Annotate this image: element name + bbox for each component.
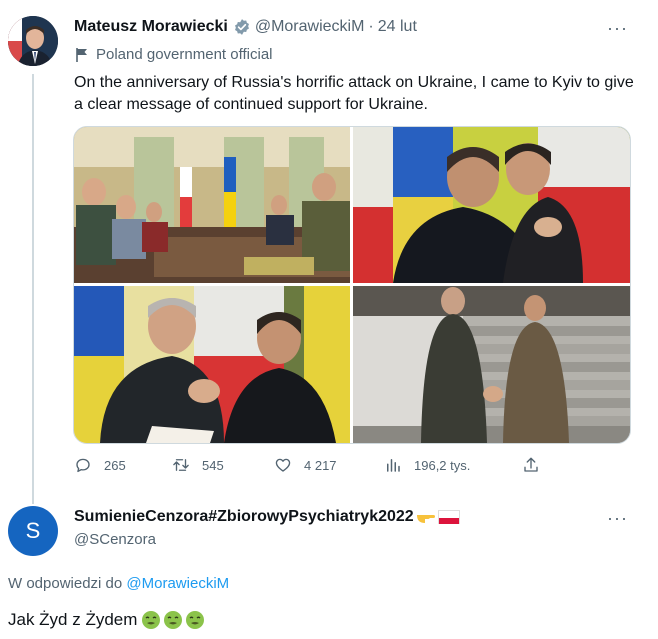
reply-count: 265	[104, 457, 126, 473]
replying-to-handle-link[interactable]: @MorawieckiM	[126, 575, 229, 592]
retweet-count: 545	[202, 457, 224, 473]
avatar[interactable]	[8, 16, 58, 66]
photo-handshake[interactable]	[74, 286, 350, 443]
views-count: 196,2 tys.	[414, 457, 471, 473]
government-flag-icon	[76, 47, 88, 62]
views-button[interactable]: 196,2 tys.	[384, 456, 470, 474]
reply-more-dots-icon[interactable]: ···	[607, 508, 628, 529]
reply-header: SumienieCenzora#ZbiorowyPsychiatryk2022	[74, 508, 460, 526]
reply-avatar-letter: S	[25, 518, 41, 543]
photo-outdoor-steps[interactable]	[353, 286, 630, 443]
tweet-actions: 265 545 4 217 196,2 tys.	[74, 456, 554, 478]
government-label[interactable]: Poland government official	[76, 46, 273, 63]
heart-icon	[275, 458, 291, 472]
tweet-text: On the anniversary of Russia's horrific …	[74, 74, 634, 113]
author-handle[interactable]: @MorawieckiM	[255, 18, 365, 36]
government-label-text: Poland government official	[96, 46, 273, 63]
tweet-date[interactable]: 24 lut	[378, 18, 417, 36]
nauseated-face-emoji-icon	[185, 610, 205, 630]
photo-embrace[interactable]	[353, 127, 630, 283]
nauseated-face-emoji-icon	[163, 610, 183, 630]
photo-meeting-table[interactable]	[74, 127, 350, 283]
reply-icon	[76, 458, 90, 473]
reply-author-name[interactable]: SumienieCenzora#ZbiorowyPsychiatryk2022	[74, 508, 414, 526]
like-count: 4 217	[304, 457, 337, 473]
reply-text-line: Jak Żyd z Żydem	[8, 610, 205, 630]
poland-flag-icon	[437, 510, 460, 524]
replying-to-prefix: W odpowiedzi do	[8, 575, 123, 592]
author-name[interactable]: Mateusz Morawiecki	[74, 18, 228, 36]
nauseated-face-emoji-icon	[141, 610, 161, 630]
reply-avatar[interactable]: S	[8, 506, 58, 556]
verified-badge-icon[interactable]	[233, 18, 251, 36]
tweet-header: Mateusz Morawiecki @MorawieckiM · 24 lut	[74, 18, 417, 36]
share-icon	[524, 457, 538, 472]
views-chart-icon	[387, 459, 400, 472]
share-button[interactable]	[522, 456, 552, 474]
separator-dot: ·	[368, 18, 374, 35]
thread-connector-line	[32, 74, 34, 504]
replying-to-line: W odpowiedzi do @MorawieckiM	[8, 575, 229, 592]
retweet-button[interactable]: 545	[172, 456, 224, 474]
retweet-icon	[173, 459, 189, 471]
more-dots-icon[interactable]: ···	[607, 18, 628, 39]
pointing-hand-emoji-icon	[416, 509, 436, 525]
reply-text: Jak Żyd z Żydem	[8, 610, 138, 629]
like-button[interactable]: 4 217	[274, 456, 337, 474]
reply-button[interactable]: 265	[74, 456, 126, 474]
reply-author-handle[interactable]: @SCenzora	[74, 531, 156, 548]
media-grid[interactable]	[73, 126, 631, 444]
